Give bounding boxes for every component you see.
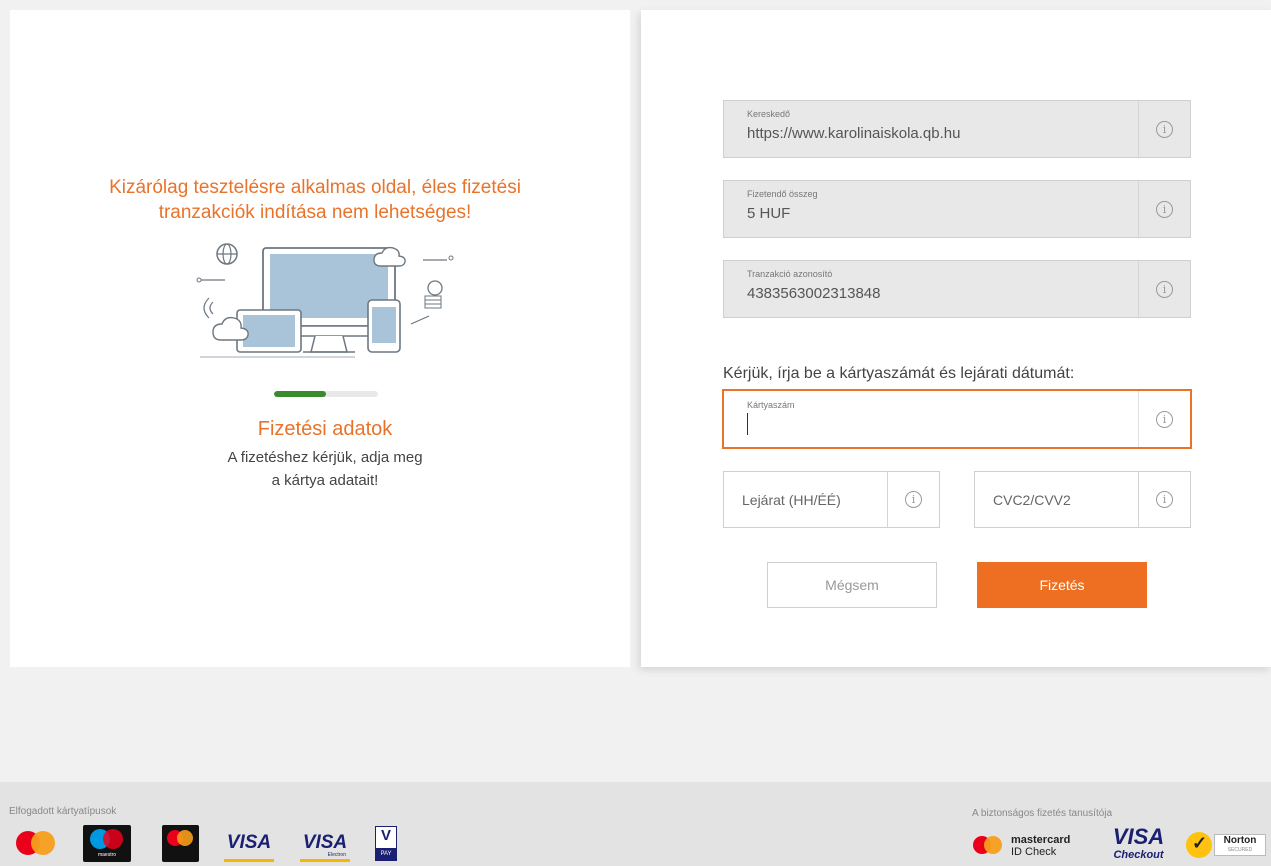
norton-check-icon: ✓ bbox=[1186, 832, 1212, 858]
maestro-text: maestro bbox=[97, 852, 117, 858]
vpay-logo: V PAY bbox=[375, 826, 397, 861]
info-icon: i bbox=[1156, 280, 1173, 298]
visa-electron-text: Electron bbox=[327, 852, 346, 858]
wifi-icon bbox=[203, 297, 214, 319]
test-warning-line1: Kizárólag tesztelésre alkalmas oldal, él… bbox=[109, 177, 521, 198]
amount-field: Fizetendő összeg 5 HUF i bbox=[723, 180, 1191, 238]
cvc-info-button[interactable]: i bbox=[1138, 472, 1190, 527]
norton-text: Norton bbox=[1223, 835, 1257, 846]
visa-checkout-logo: VISA Checkout bbox=[1106, 825, 1171, 865]
visa-checkout-brand: VISA bbox=[1112, 824, 1165, 849]
cvc-input[interactable] bbox=[993, 489, 1133, 511]
card-instruction: Kérjük, írja be a kártyaszámát és lejára… bbox=[723, 365, 1075, 382]
visa-electron-logo: VISA Electron bbox=[300, 832, 350, 862]
info-icon: i bbox=[905, 491, 922, 508]
merchant-field: Kereskedő https://www.karolinaiskola.qb.… bbox=[723, 100, 1191, 158]
step-description: A fizetéshez kérjük, adja meg a kártya a… bbox=[175, 446, 475, 492]
cvc-field: i bbox=[974, 471, 1191, 528]
card-number-info-button[interactable]: i bbox=[1138, 391, 1190, 447]
footer: Elfogadott kártyatípusok A biztonságos f… bbox=[0, 782, 1271, 866]
mastercard-id-check-logo: mastercard ID Check bbox=[973, 834, 1093, 864]
mastercard-electronic-logo bbox=[162, 825, 199, 862]
amount-label: Fizetendő összeg bbox=[747, 189, 818, 199]
step-title: Fizetési adatok bbox=[257, 418, 393, 440]
transaction-id-label: Tranzakció azonosító bbox=[747, 269, 833, 279]
info-icon: i bbox=[1156, 410, 1173, 428]
devices-illustration bbox=[196, 243, 454, 358]
vpay-pay-text: PAY bbox=[376, 848, 396, 860]
step-description-line2: a kártya adatait! bbox=[271, 472, 379, 489]
coins-icon bbox=[424, 280, 443, 309]
security-certificate-label: A biztonságos fizetés tanusítója bbox=[972, 808, 1113, 819]
test-mode-warning: Kizárólag tesztelésre alkalmas oldal, él… bbox=[50, 175, 580, 225]
step-progress-fill bbox=[274, 391, 326, 397]
step-description-line1: A fizetéshez kérjük, adja meg bbox=[227, 449, 423, 466]
expiry-info-button[interactable]: i bbox=[887, 472, 939, 527]
transaction-info-button[interactable]: i bbox=[1138, 261, 1190, 317]
transaction-id-value: 4383563002313848 bbox=[747, 285, 881, 302]
info-icon: i bbox=[1156, 120, 1173, 138]
expiry-field: i bbox=[723, 471, 940, 528]
visa-electron-brand: VISA bbox=[302, 832, 348, 853]
cancel-button[interactable]: Mégsem bbox=[767, 562, 937, 608]
norton-sub-text: SECURED bbox=[1227, 847, 1253, 853]
expiry-input[interactable] bbox=[742, 489, 882, 511]
amount-info-button[interactable]: i bbox=[1138, 181, 1190, 237]
merchant-value: https://www.karolinaiskola.qb.hu bbox=[747, 125, 961, 142]
mastercard-id-check-brand: mastercard bbox=[1011, 834, 1071, 846]
visa-text: VISA bbox=[226, 832, 272, 853]
merchant-info-button[interactable]: i bbox=[1138, 101, 1190, 157]
mastercard-id-check-text: ID Check bbox=[1011, 846, 1057, 858]
step-progress-bar bbox=[274, 391, 378, 397]
card-number-label: Kártyaszám bbox=[747, 400, 795, 410]
info-icon: i bbox=[1156, 200, 1173, 218]
card-number-field: Kártyaszám i bbox=[722, 389, 1192, 449]
vpay-v-text: V bbox=[380, 827, 391, 844]
amount-value: 5 HUF bbox=[747, 205, 791, 222]
norton-secured-logo: ✓ Norton SECURED bbox=[1186, 830, 1268, 860]
accepted-cards-label: Elfogadott kártyatípusok bbox=[9, 806, 117, 817]
pay-button[interactable]: Fizetés bbox=[977, 562, 1147, 608]
merchant-label: Kereskedő bbox=[747, 109, 791, 119]
test-warning-line2: tranzakciók indítása nem lehetséges! bbox=[158, 202, 472, 223]
card-number-input[interactable] bbox=[747, 413, 1127, 435]
mastercard-logo bbox=[16, 831, 56, 855]
visa-checkout-text: Checkout bbox=[1113, 849, 1164, 861]
visa-logo: VISA bbox=[224, 832, 274, 862]
globe-icon bbox=[216, 243, 238, 265]
transaction-id-field: Tranzakció azonosító 4383563002313848 i bbox=[723, 260, 1191, 318]
maestro-logo: maestro bbox=[83, 825, 131, 862]
info-icon: i bbox=[1156, 491, 1173, 508]
phone-icon bbox=[367, 299, 401, 353]
